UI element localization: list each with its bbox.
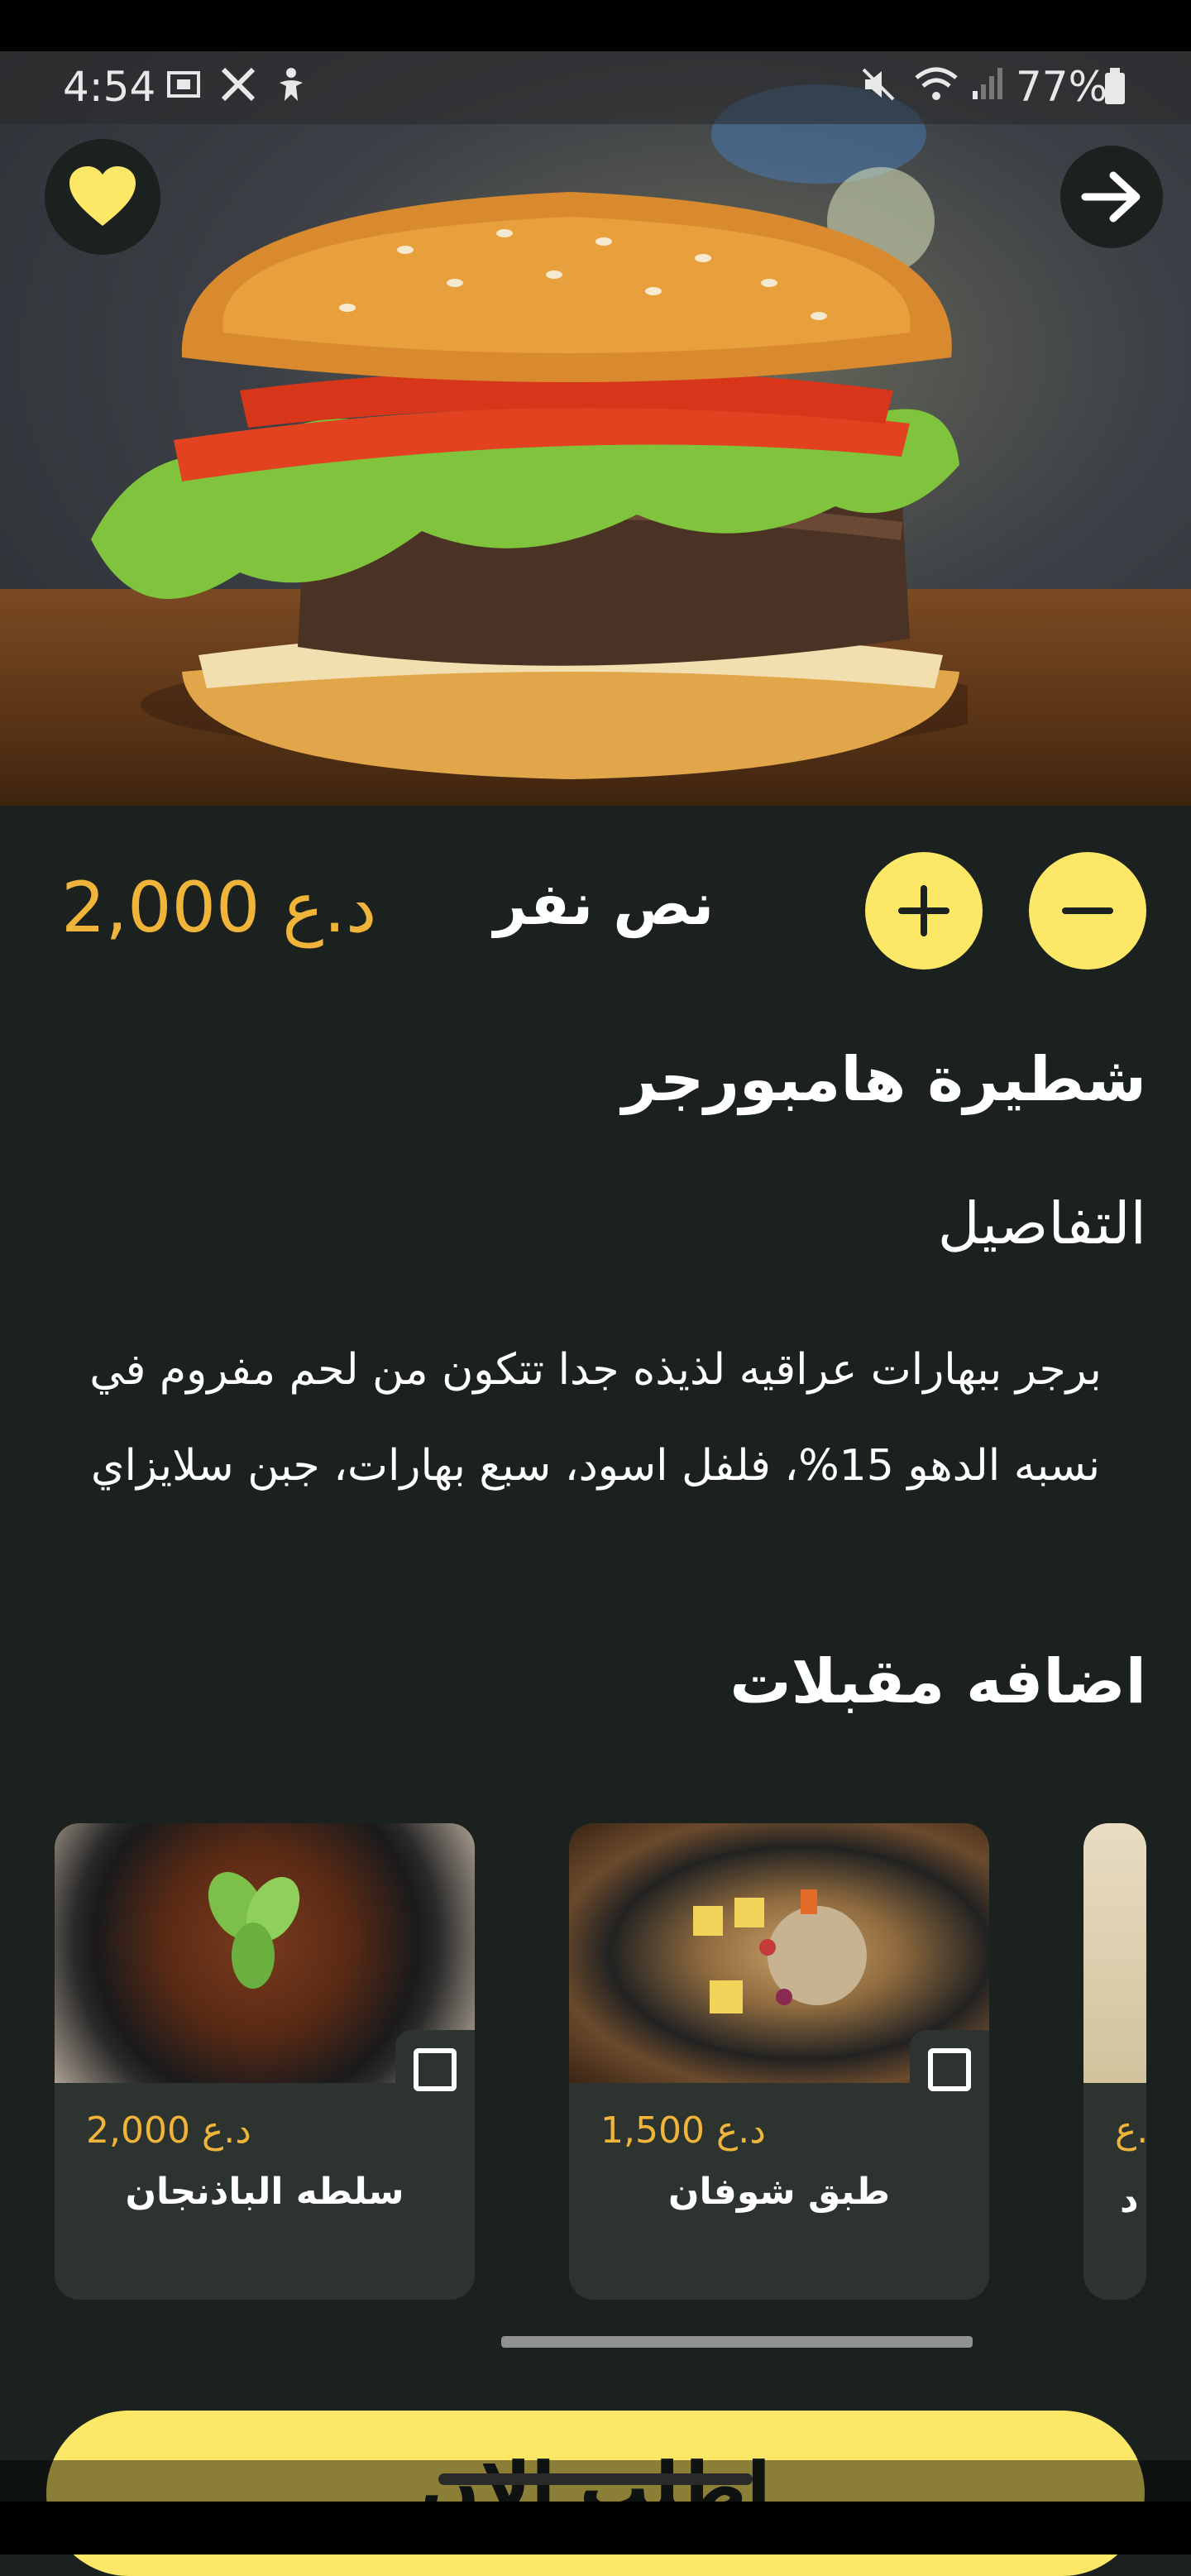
x-app-icon — [218, 65, 258, 108]
addon-price: 1,500 د.ع — [600, 2109, 766, 2152]
basil-leaves — [208, 1872, 300, 1989]
status-time: 4:54 — [63, 63, 156, 111]
top-black-bar — [0, 0, 1191, 51]
home-indicator[interactable] — [438, 2473, 753, 2485]
screenshot-icon — [165, 66, 202, 106]
battery-percent: 77% — [1016, 63, 1108, 111]
product-description: برجر ببهارات عراقيه لذيذه جدا تتكون من ل… — [89, 1345, 1102, 1491]
wifi-icon — [913, 65, 959, 108]
addon-checkbox[interactable] — [910, 2030, 989, 2109]
addon-name: سلطه الباذنجان — [125, 2171, 404, 2213]
addon-image — [1083, 1823, 1146, 2083]
addon-price: د.ع — [1115, 2109, 1146, 2152]
increase-button[interactable] — [865, 852, 983, 970]
product-image — [0, 51, 1191, 806]
heart-icon — [69, 166, 136, 226]
minus-icon — [1062, 907, 1113, 914]
portion-size: نص نفر — [493, 870, 715, 938]
addon-price: 2,000 د.ع — [86, 2109, 251, 2152]
addon-card[interactable]: د.ع د — [1083, 1823, 1146, 2300]
addons-scrollbar[interactable] — [501, 2336, 973, 2348]
product-name: شطيرة هامبورجر — [621, 1044, 1146, 1115]
addon-name: طبق شوفان — [667, 2171, 891, 2213]
details-heading: التفاصيل — [937, 1190, 1146, 1257]
addon-card[interactable]: 1,500 د.ع طبق شوفان — [569, 1823, 989, 2300]
plus-icon — [898, 885, 949, 936]
addon-checkbox[interactable] — [395, 2030, 475, 2109]
addons-heading: اضافه مقبلات — [729, 1646, 1146, 1717]
burger-illustration — [91, 192, 968, 779]
oats-bowl — [693, 1889, 867, 2013]
mute-icon — [860, 66, 897, 106]
arrow-right-icon — [1081, 171, 1141, 223]
bottom-black-bar — [0, 2502, 1191, 2554]
accessibility-icon — [275, 66, 308, 106]
back-button[interactable] — [1060, 146, 1163, 248]
favorite-button[interactable] — [45, 139, 160, 255]
signal-icon — [969, 66, 1006, 106]
decrease-button[interactable] — [1029, 852, 1146, 970]
battery-icon — [1103, 68, 1126, 108]
product-price: 2,000 د.ع — [61, 867, 377, 948]
addon-name: د — [1120, 2179, 1139, 2221]
addon-card[interactable]: 2,000 د.ع سلطه الباذنجان — [55, 1823, 475, 2300]
